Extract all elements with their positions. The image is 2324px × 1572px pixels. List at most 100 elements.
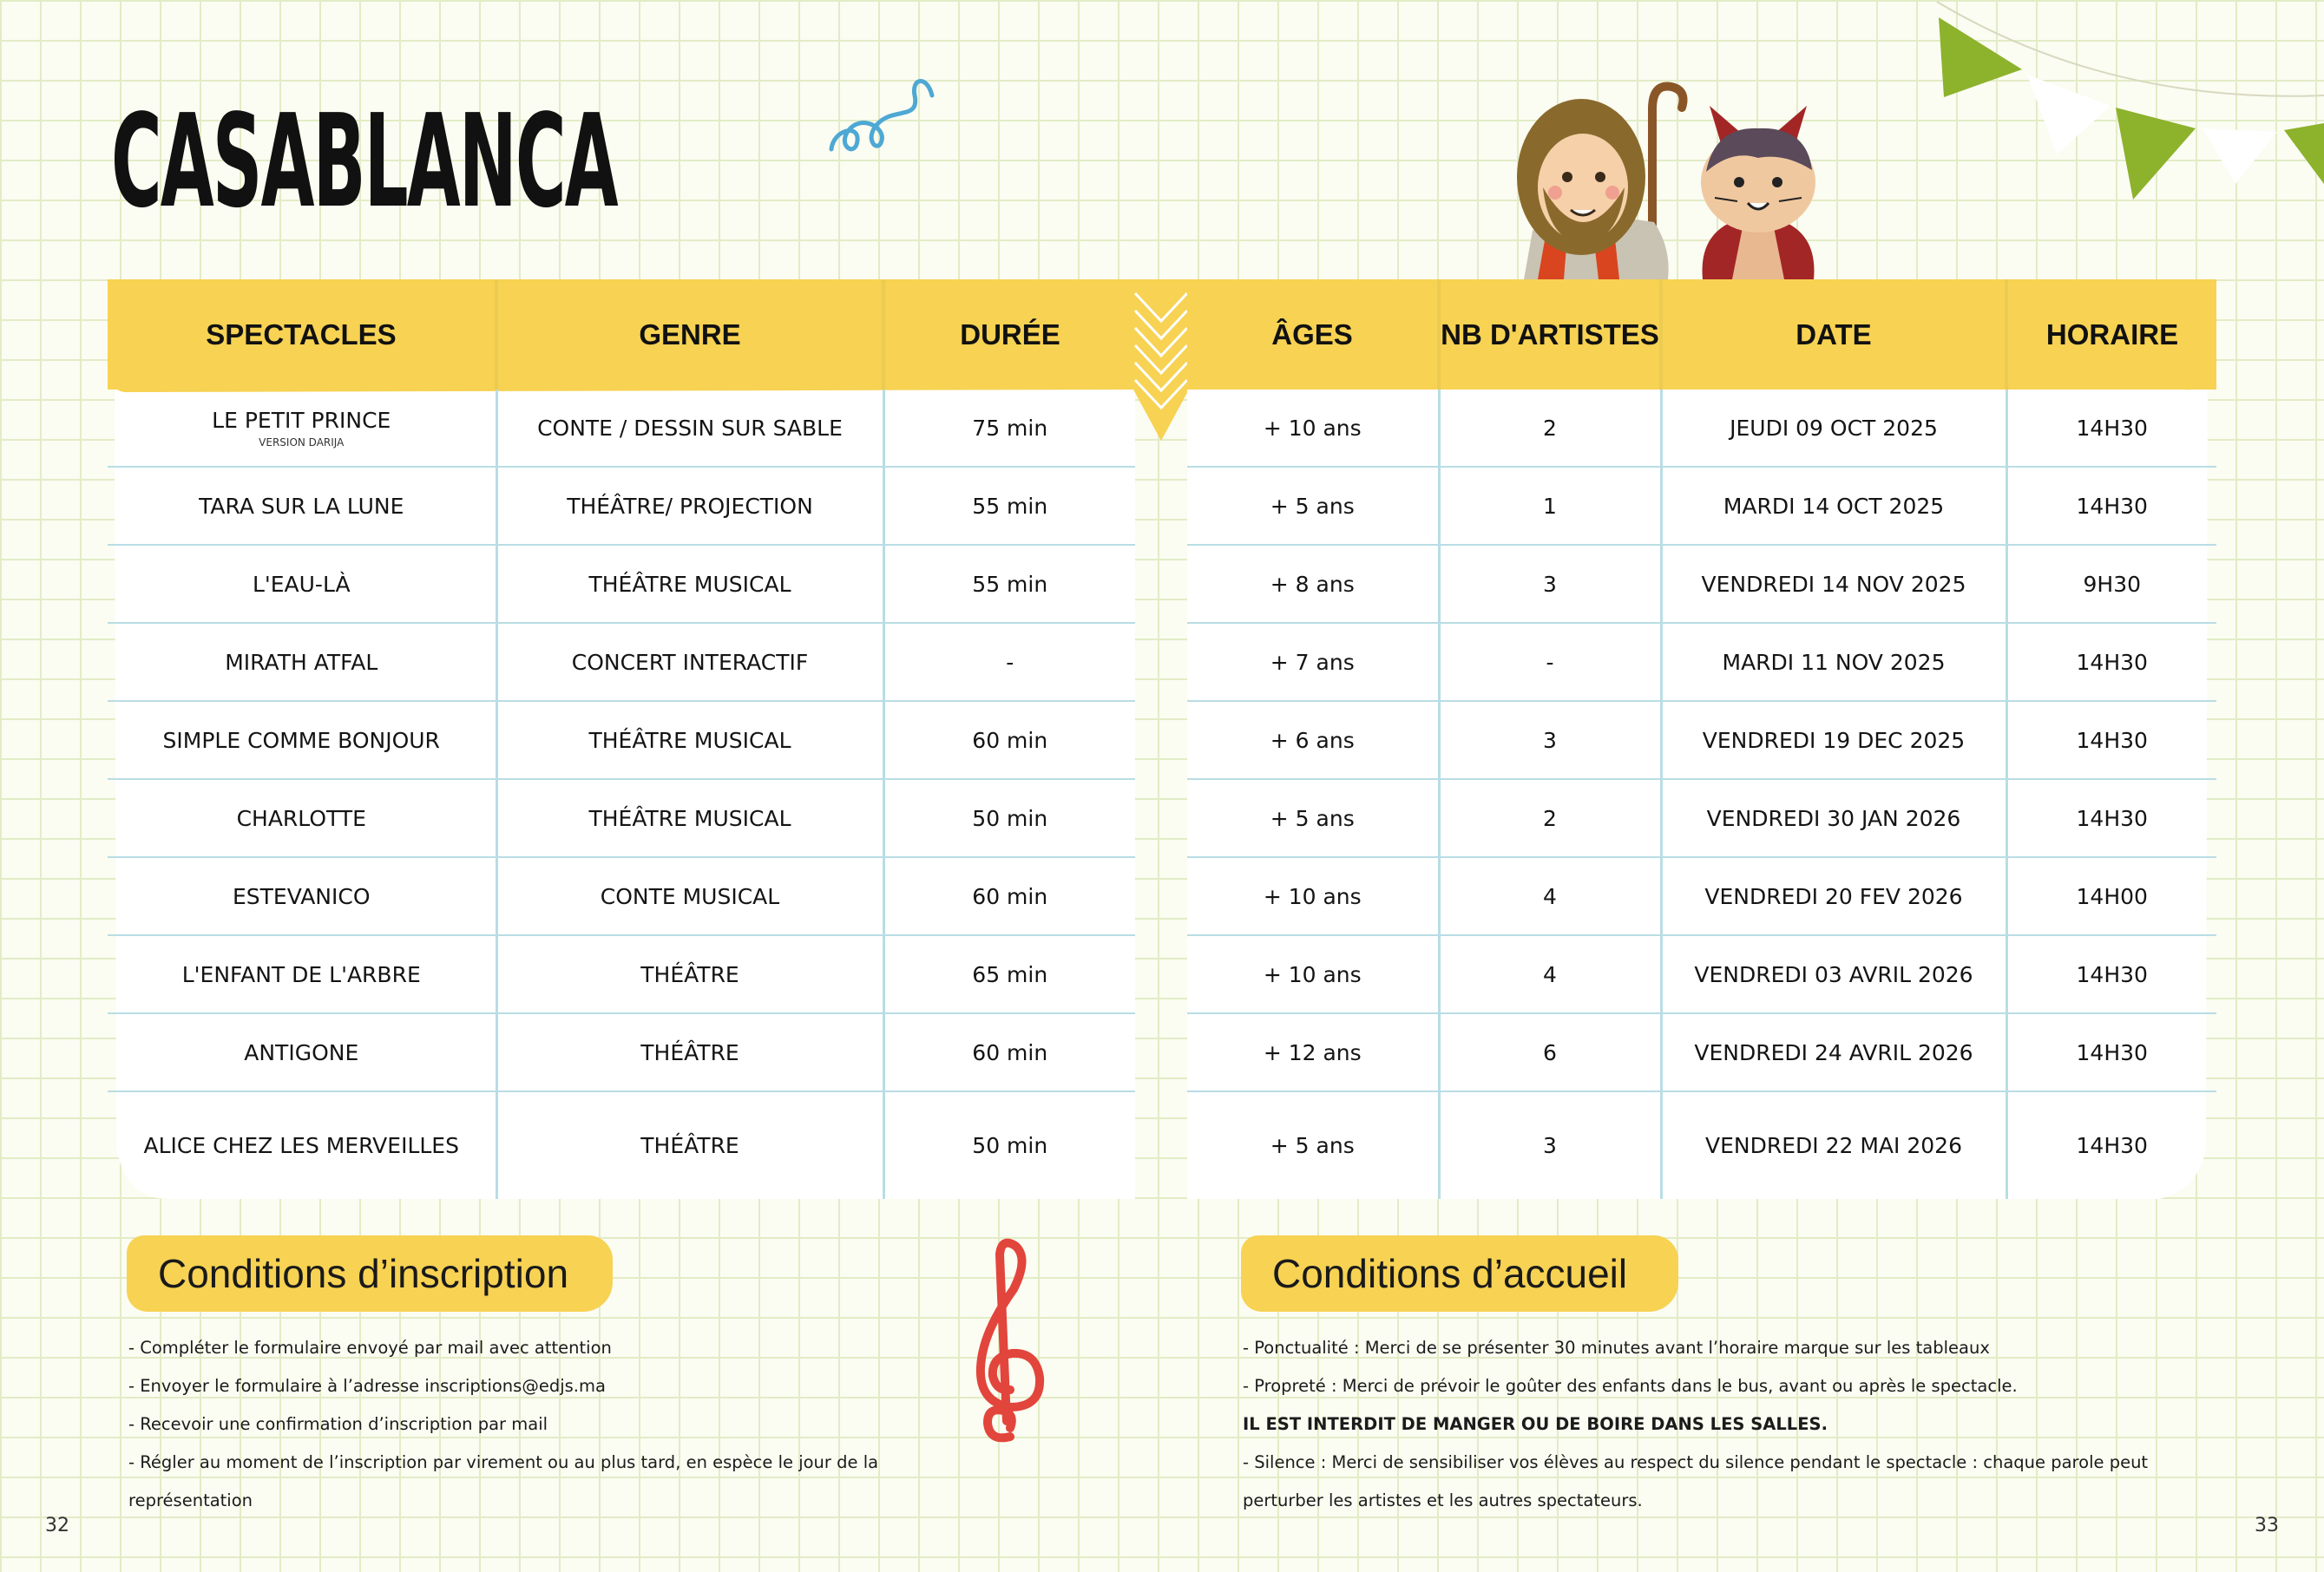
spectacle-cell: LE PETIT PRINCE VERSION DARIJA: [108, 390, 498, 468]
table-row: ALICE CHEZ LES MERVEILLES THÉÂTRE 50 min: [108, 1091, 1135, 1199]
horaire-cell: 14H30: [2006, 701, 2216, 780]
ages-cell: + 12 ans: [1187, 1013, 1441, 1092]
inscription-item: - Recevoir une confirmation d’inscriptio…: [128, 1414, 548, 1434]
table-row: CHARLOTTE THÉÂTRE MUSICAL 50 min: [108, 779, 1135, 858]
spectacle-subtitle: VERSION DARIJA: [259, 436, 345, 449]
table-row: L'EAU-LÀ THÉÂTRE MUSICAL 55 min: [108, 545, 1135, 624]
date-cell: VENDREDI 19 DEC 2025: [1661, 701, 2008, 780]
inscription-heading: Conditions d’inscription: [127, 1235, 613, 1312]
duree-cell: 65 min: [883, 935, 1135, 1014]
squiggle-doodle-icon: [829, 79, 935, 152]
nb-artistes-cell: 2: [1439, 390, 1663, 468]
spectacle-title: ESTEVANICO: [108, 857, 498, 936]
date-cell: MARDI 11 NOV 2025: [1661, 623, 2008, 702]
characters-illustration: [1517, 82, 1815, 279]
spectacle-title: SIMPLE COMME BONJOUR: [108, 701, 498, 780]
table-row: + 5 ans 3 VENDREDI 22 MAI 2026 14H30: [1187, 1091, 2216, 1199]
nb-artistes-cell: 2: [1439, 779, 1663, 858]
horaire-cell: 9H30: [2006, 545, 2216, 624]
horaire-cell: 14H30: [2006, 623, 2216, 702]
inscription-item: - Compléter le formulaire envoyé par mai…: [128, 1338, 612, 1358]
col-header-horaire: HORAIRE: [2006, 279, 2216, 390]
accueil-warning: IL EST INTERDIT DE MANGER OU DE BOIRE DA…: [1243, 1414, 1828, 1434]
genre-cell: THÉÂTRE MUSICAL: [496, 779, 885, 858]
genre-cell: THÉÂTRE: [496, 935, 885, 1014]
date-cell: VENDREDI 14 NOV 2025: [1661, 545, 2008, 624]
nb-artistes-cell: 6: [1439, 1013, 1663, 1092]
ages-cell: + 10 ans: [1187, 390, 1441, 468]
accueil-item: - Propreté : Merci de prévoir le goûter …: [1243, 1376, 2018, 1396]
table-row: SIMPLE COMME BONJOUR THÉÂTRE MUSICAL 60 …: [108, 701, 1135, 780]
ages-cell: + 8 ans: [1187, 545, 1441, 624]
inscription-item: - Envoyer le formulaire à l’adresse insc…: [128, 1376, 606, 1396]
duree-cell: 75 min: [883, 390, 1135, 468]
table-row: + 10 ans 4 VENDREDI 03 AVRIL 2026 14H30: [1187, 935, 2216, 1014]
duree-cell: 55 min: [883, 545, 1135, 624]
genre-cell: THÉÂTRE MUSICAL: [496, 545, 885, 624]
genre-cell: THÉÂTRE: [496, 1013, 885, 1092]
accueil-heading: Conditions d’accueil: [1241, 1235, 1678, 1312]
date-cell: JEUDI 09 OCT 2025: [1661, 390, 2008, 468]
inscription-item: - Régler au moment de l’inscription par …: [128, 1452, 879, 1510]
duree-cell: 60 min: [883, 701, 1135, 780]
spectacle-title: ANTIGONE: [108, 1013, 498, 1092]
horaire-cell: 14H00: [2006, 857, 2216, 936]
accueil-item: - Ponctualité : Merci de se présenter 30…: [1243, 1338, 1990, 1358]
date-cell: VENDREDI 22 MAI 2026: [1661, 1091, 2008, 1199]
nb-artistes-cell: 4: [1439, 935, 1663, 1014]
table-row: + 10 ans 4 VENDREDI 20 FEV 2026 14H00: [1187, 857, 2216, 936]
duree-cell: 50 min: [883, 779, 1135, 858]
ages-cell: + 5 ans: [1187, 1091, 1441, 1199]
horaire-cell: 14H30: [2006, 467, 2216, 546]
bunting-flags-icon: [1936, 1, 2324, 200]
genre-cell: CONTE MUSICAL: [496, 857, 885, 936]
left-schedule-table: SPECTACLES GENRE DURÉE LE PETIT PRINCE VE…: [108, 279, 1135, 1199]
page-number-right: 33: [2255, 1515, 2279, 1536]
spectacle-title: CHARLOTTE: [108, 779, 498, 858]
genre-cell: THÉÂTRE: [496, 1091, 885, 1199]
nb-artistes-cell: -: [1439, 623, 1663, 702]
table-row: + 8 ans 3 VENDREDI 14 NOV 2025 9H30: [1187, 545, 2216, 624]
genre-cell: CONCERT INTERACTIF: [496, 623, 885, 702]
duree-cell: -: [883, 623, 1135, 702]
spectacle-title: MIRATH ATFAL: [108, 623, 498, 702]
date-cell: VENDREDI 03 AVRIL 2026: [1661, 935, 2008, 1014]
horaire-cell: 14H30: [2006, 1013, 2216, 1092]
spectacle-title: L'ENFANT DE L'ARBRE: [108, 935, 498, 1014]
nb-artistes-cell: 3: [1439, 701, 1663, 780]
treble-clef-icon: [975, 1238, 1045, 1443]
duree-cell: 60 min: [883, 1013, 1135, 1092]
col-header-genre: GENRE: [496, 279, 885, 390]
duree-cell: 50 min: [972, 1133, 1048, 1158]
spectacle-title: LE PETIT PRINCE: [212, 407, 391, 433]
duree-cell: 55 min: [883, 467, 1135, 546]
duree-cell: 60 min: [883, 857, 1135, 936]
ages-cell: + 5 ans: [1187, 467, 1441, 546]
date-cell: VENDREDI 24 AVRIL 2026: [1661, 1013, 2008, 1092]
genre-cell: THÉÂTRE MUSICAL: [496, 701, 885, 780]
page-fold-chevron-icon: [1133, 279, 1189, 441]
table-row: + 5 ans 2 VENDREDI 30 JAN 2026 14H30: [1187, 779, 2216, 858]
date-cell: MARDI 14 OCT 2025: [1661, 467, 2008, 546]
spectacle-title: ALICE CHEZ LES MERVEILLES: [108, 1091, 498, 1199]
table-row: + 7 ans - MARDI 11 NOV 2025 14H30: [1187, 623, 2216, 702]
table-row: + 10 ans 2 JEUDI 09 OCT 2025 14H30: [1187, 390, 2216, 468]
col-header-spectacles: SPECTACLES: [108, 279, 498, 390]
page-number-left: 32: [45, 1515, 69, 1536]
accueil-list: - Ponctualité : Merci de se présenter 30…: [1243, 1329, 2206, 1520]
nb-artistes-cell: 3: [1439, 1091, 1663, 1199]
table-row: TARA SUR LA LUNE THÉÂTRE/ PROJECTION 55 …: [108, 467, 1135, 546]
ages-cell: + 7 ans: [1187, 623, 1441, 702]
nb-artistes-cell: 4: [1439, 857, 1663, 936]
table-row: + 6 ans 3 VENDREDI 19 DEC 2025 14H30: [1187, 701, 2216, 780]
nb-artistes-cell: 3: [1439, 545, 1663, 624]
spectacle-title: TARA SUR LA LUNE: [108, 467, 498, 546]
date-cell: VENDREDI 30 JAN 2026: [1661, 779, 2008, 858]
table-row: + 12 ans 6 VENDREDI 24 AVRIL 2026 14H30: [1187, 1013, 2216, 1092]
horaire-cell: 14H30: [2006, 779, 2216, 858]
table-row: LE PETIT PRINCE VERSION DARIJA CONTE / DE…: [108, 390, 1135, 468]
accueil-item: - Silence : Merci de sensibiliser vos él…: [1243, 1452, 2149, 1510]
table-row: ESTEVANICO CONTE MUSICAL 60 min: [108, 857, 1135, 936]
horaire-cell: 14H30: [2076, 1133, 2148, 1158]
table-row: ANTIGONE THÉÂTRE 60 min: [108, 1013, 1135, 1092]
